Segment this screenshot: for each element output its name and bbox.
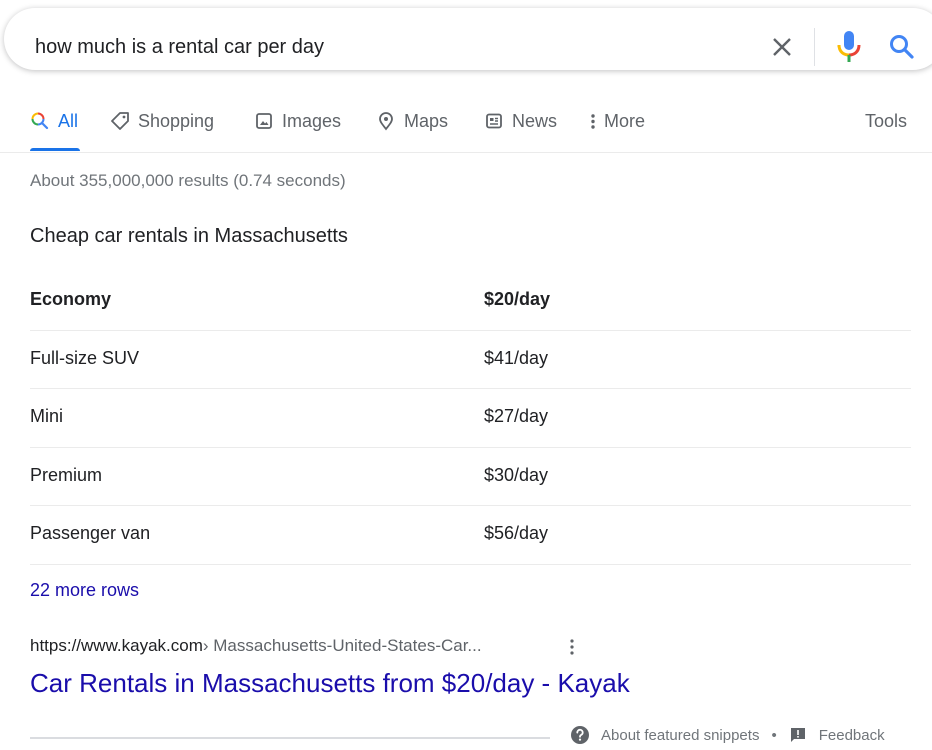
tab-label: Maps [404,110,449,131]
tab-all[interactable]: All [30,110,78,132]
table-cell-price: $30/day [484,464,549,485]
result-options-button[interactable] [566,638,578,656]
image-icon [256,113,272,129]
snippet-footer: About featured snippets • Feedback [570,725,885,745]
table-cell-type: Full-size SUV [30,347,140,368]
result-breadcrumb: › Massachusetts-United-States-Car... [202,636,482,655]
tag-icon [111,112,129,130]
more-vert-icon [570,639,574,655]
table-row: Mini $27/day [30,389,911,448]
table-row: Premium $30/day [30,448,911,506]
result-url[interactable]: https://www.kayak.com › Massachusetts-Un… [30,636,482,656]
map-pin-icon [379,112,393,131]
more-rows-link[interactable]: 22 more rows [30,580,139,601]
microphone-icon [837,31,861,62]
footer-separator: • [771,726,777,744]
search-button[interactable] [888,33,916,61]
newspaper-icon [486,113,502,129]
result-stats: About 355,000,000 results (0.74 seconds) [30,171,346,190]
footer-divider [30,737,550,739]
tab-label: Shopping [138,110,215,131]
tab-more[interactable]: More [588,110,645,132]
search-tabs: All Shopping Images Maps News More Tools [0,100,932,153]
voice-search-button[interactable] [836,30,862,64]
table-cell-type: Economy [30,289,112,309]
table-cell-price: $27/day [484,406,549,426]
featured-snippet-title: Cheap car rentals in Massachusetts [30,225,348,247]
tab-label: All [58,110,79,131]
active-tab-indicator [30,148,80,151]
result-domain: https://www.kayak.com [30,636,203,655]
help-icon [571,726,589,744]
table-row: Passenger van $56/day [30,506,911,565]
table-cell-price: $56/day [484,523,549,543]
table-cell-type: Passenger van [30,523,151,543]
featured-snippet-table: Economy $20/day Full-size SUV $41/day Mi… [30,272,911,565]
tab-label: Images [282,110,342,131]
tab-images[interactable]: Images [254,110,341,132]
search-box[interactable]: how much is a rental car per day [4,8,932,70]
table-header-row: Economy $20/day [30,272,911,331]
close-icon [773,38,791,56]
tab-label: News [512,110,558,131]
table-cell-type: Mini [30,406,64,426]
feedback-icon [790,728,805,742]
table-row: Full-size SUV $41/day [30,331,911,389]
tools-label: Tools [865,110,908,131]
table-cell-type: Premium [30,464,103,485]
table-cell-price: $41/day [484,347,549,368]
clear-search-button[interactable] [770,35,794,59]
search-divider [814,28,815,66]
tab-shopping[interactable]: Shopping [110,110,214,132]
tab-label: More [604,110,646,131]
tools-button[interactable]: Tools [865,110,907,132]
tab-news[interactable]: News [484,110,557,132]
feedback-link[interactable]: Feedback [819,727,885,744]
search-input[interactable]: how much is a rental car per day [35,36,324,59]
result-title-link[interactable]: Car Rentals in Massachusetts from $20/da… [30,668,630,699]
search-icon [31,112,49,130]
more-vert-icon [591,114,595,129]
search-icon [890,35,914,59]
tab-maps[interactable]: Maps [376,110,448,132]
about-featured-snippets-link[interactable]: About featured snippets [601,727,759,744]
table-cell-price: $20/day [484,289,551,309]
